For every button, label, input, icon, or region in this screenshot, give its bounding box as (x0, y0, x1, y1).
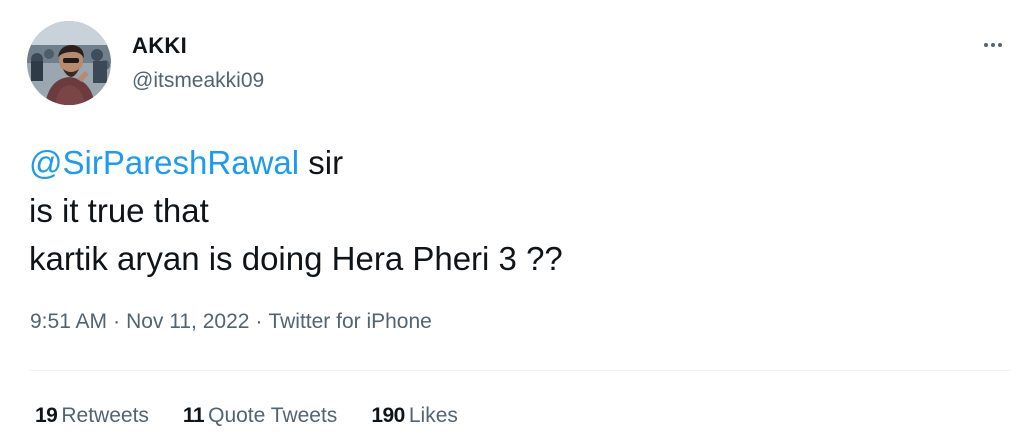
retweets-stat[interactable]: 19 Retweets (35, 404, 149, 428)
tweet-line-3: kartik aryan is doing Hera Pheri 3 ?? (29, 240, 563, 277)
tweet-stats: 19 Retweets 11 Quote Tweets 190 Likes (35, 404, 492, 428)
more-horizontal-icon-dot (998, 43, 1002, 47)
tweet-card: AKKI @itsmeakki09 @SirPareshRawal sir is… (0, 0, 1024, 445)
likes-stat[interactable]: 190 Likes (371, 404, 458, 428)
tweet-meta: 9:51 AM · Nov 11, 2022 · Twitter for iPhone (30, 310, 432, 334)
tweet-time[interactable]: 9:51 AM (30, 310, 107, 333)
likes-label: Likes (408, 404, 458, 427)
retweets-label: Retweets (61, 404, 149, 427)
tweet-text: @SirPareshRawal sir is it true that kart… (29, 139, 563, 283)
tweet-line-1: @SirPareshRawal sir (29, 139, 563, 187)
meta-separator: · (255, 310, 263, 333)
tweet-line-2: is it true that (29, 192, 209, 229)
divider (30, 370, 1010, 371)
quote-tweets-stat[interactable]: 11 Quote Tweets (183, 404, 337, 428)
avatar[interactable] (27, 21, 111, 105)
meta-separator: · (113, 310, 121, 333)
tweet-line-1-rest: sir (299, 144, 344, 181)
quote-tweets-label: Quote Tweets (208, 404, 338, 427)
tweet-source[interactable]: Twitter for iPhone (268, 310, 431, 333)
avatar-image (27, 21, 111, 105)
more-horizontal-icon (984, 43, 988, 47)
author-handle[interactable]: @itsmeakki09 (132, 69, 264, 93)
quote-tweets-count: 11 (182, 404, 205, 427)
author-name[interactable]: AKKI (132, 33, 187, 59)
retweets-count: 19 (35, 404, 58, 427)
tweet-date[interactable]: Nov 11, 2022 (126, 310, 249, 333)
more-options-button[interactable] (976, 30, 1010, 60)
more-horizontal-icon-dot (991, 43, 995, 47)
mention-link[interactable]: @SirPareshRawal (29, 144, 299, 181)
likes-count: 190 (371, 404, 405, 427)
